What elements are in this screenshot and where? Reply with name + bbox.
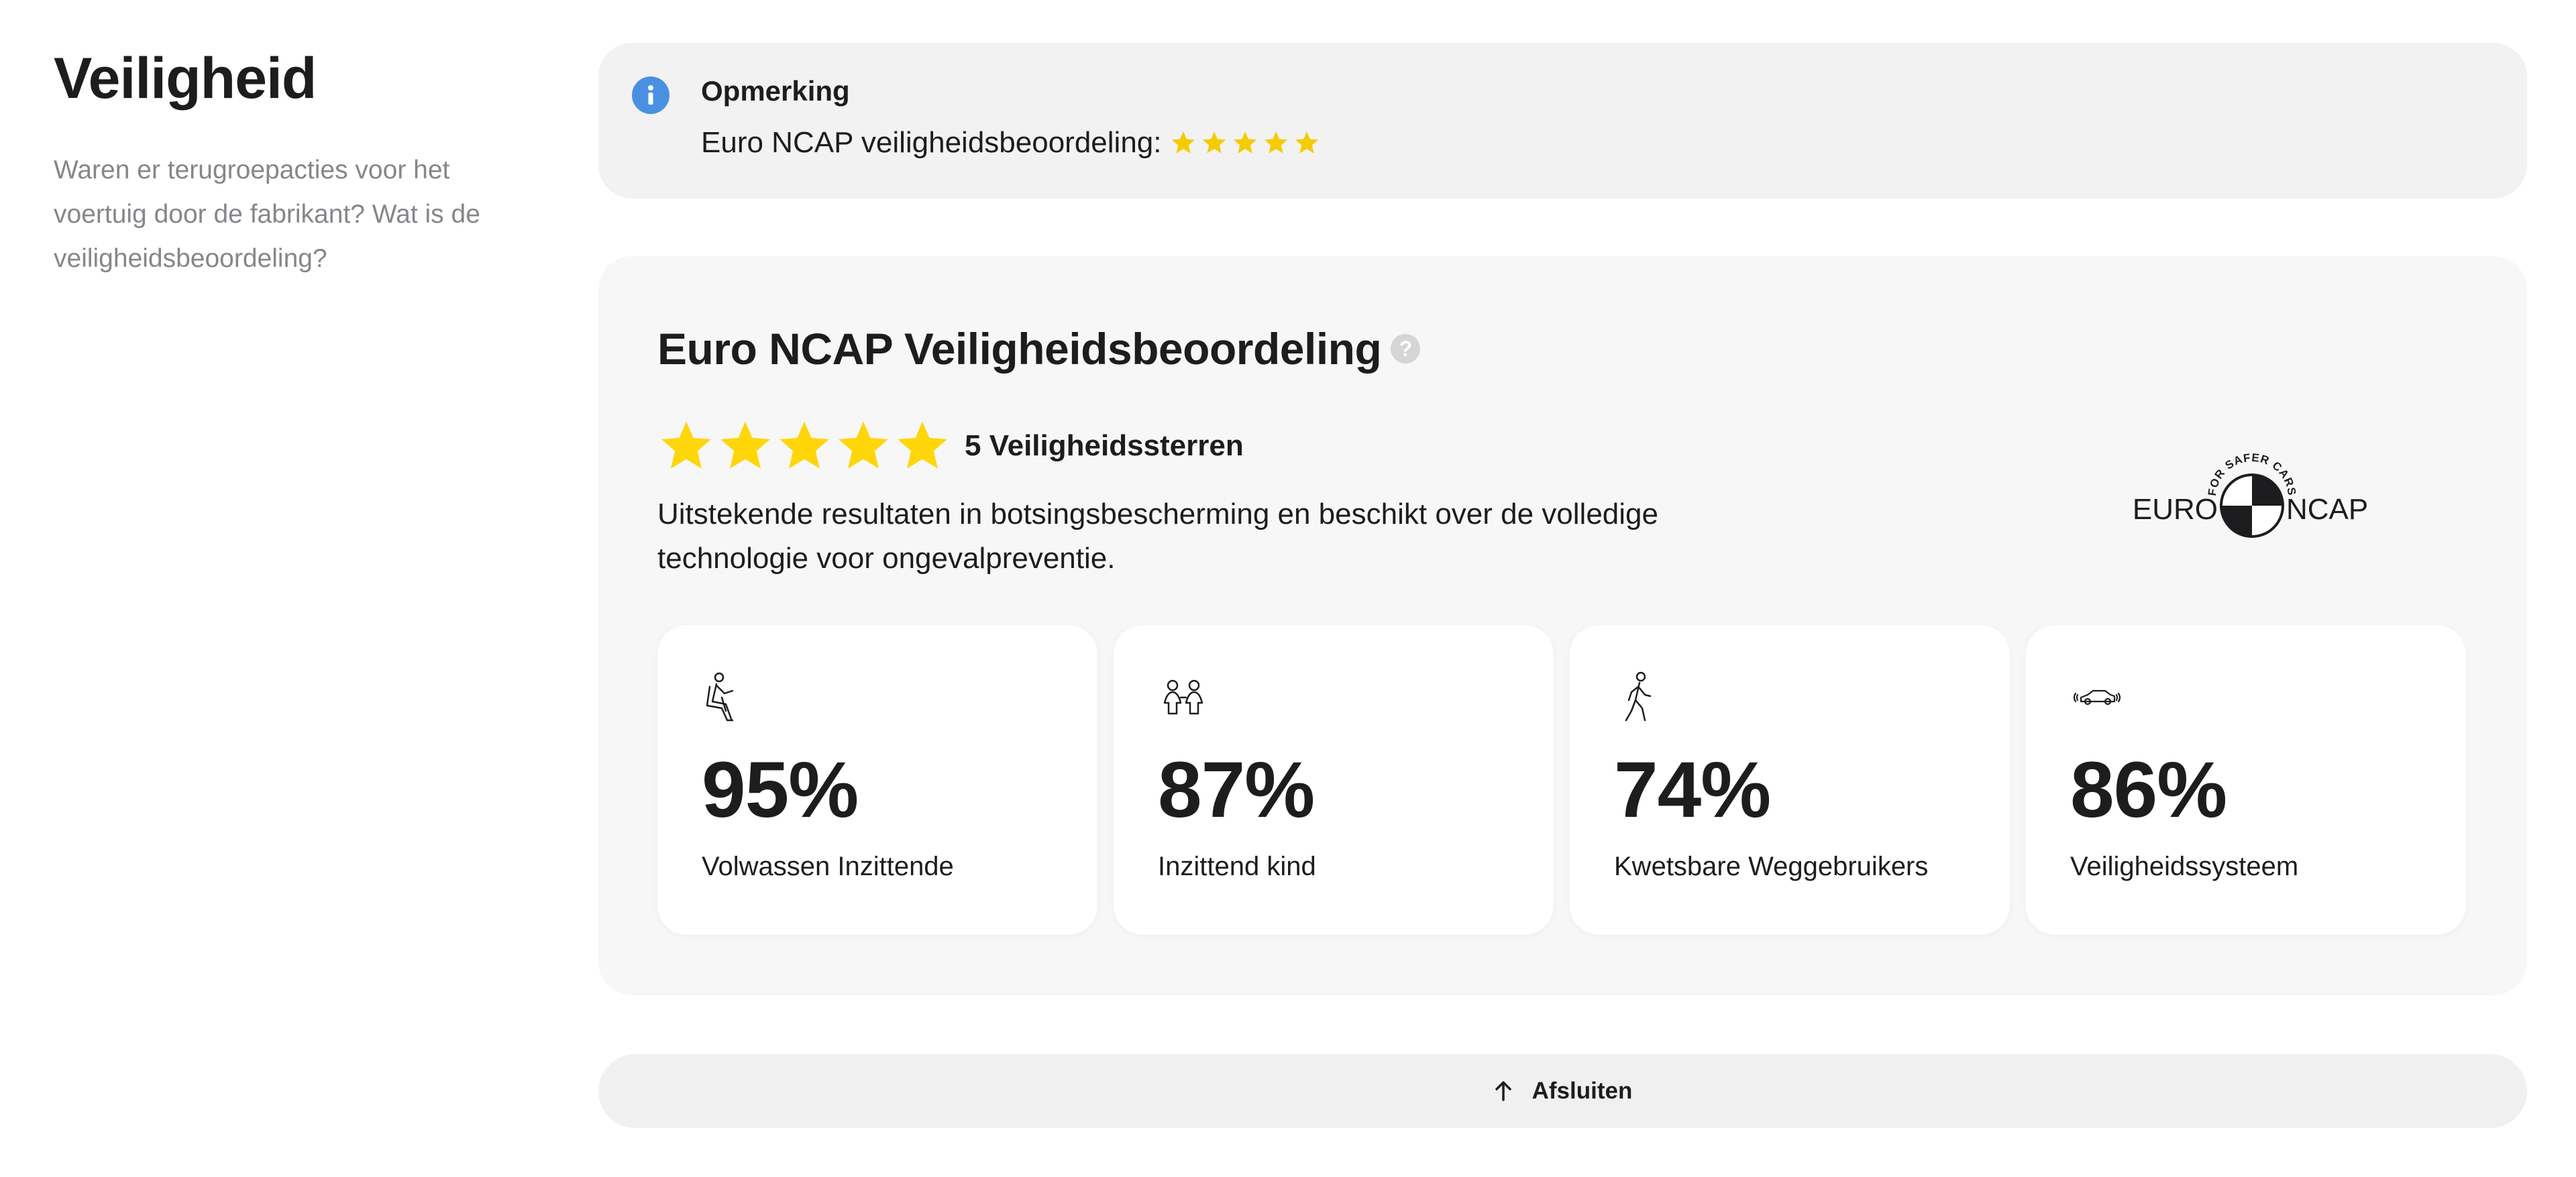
page-title: Veiligheid — [54, 46, 317, 111]
note-star-rating — [1170, 129, 1320, 156]
info-icon — [632, 76, 669, 114]
star-icon — [1233, 131, 1256, 154]
star-icon — [780, 421, 829, 469]
arrow-up-icon — [1495, 1081, 1511, 1101]
ncap-panel: Euro NCAP Veiligheidsbeoordeling ? 5 Vei… — [598, 256, 2527, 995]
euro-ncap-logo: FOR SAFER CARS EURO NCAP — [2133, 451, 2368, 538]
child-occupant-icon — [1163, 679, 1203, 715]
score-value: 86% — [2070, 746, 2227, 834]
star-icon — [720, 421, 770, 469]
score-label: Veiligheidssysteem — [2070, 852, 2299, 881]
star-icon — [661, 421, 711, 469]
star-icon — [1202, 131, 1226, 154]
star-rating-row: 5 Veiligheidssterren — [657, 417, 1244, 475]
ncap-title: Euro NCAP Veiligheidsbeoordeling — [657, 324, 1382, 374]
help-icon[interactable]: ? — [1391, 334, 1421, 363]
score-value: 95% — [702, 746, 859, 834]
star-rating — [657, 417, 951, 475]
section-description: Waren er terugroepacties voor het voertu… — [54, 155, 480, 273]
pedestrian-icon — [1625, 671, 1652, 722]
safety-assist-car-icon — [2073, 689, 2121, 706]
note-title: Opmerking — [701, 75, 850, 107]
star-icon — [1295, 131, 1318, 154]
close-button[interactable]: Afsluiten — [598, 1054, 2527, 1128]
close-label: Afsluiten — [1532, 1078, 1633, 1104]
logo-right-word: NCAP — [2286, 493, 2368, 526]
stars-label: 5 Veiligheidssterren — [965, 429, 1244, 462]
star-icon — [898, 421, 947, 469]
score-label: Kwetsbare Weggebruikers — [1614, 852, 1929, 881]
star-icon — [839, 421, 888, 469]
score-cards: 95% Volwassen Inzittende 87% Inzittend k… — [657, 625, 2466, 935]
note-text-row: Euro NCAP veiligheidsbeoordeling: — [701, 126, 1320, 160]
star-icon — [1264, 131, 1287, 154]
score-label: Inzittend kind — [1158, 852, 1316, 881]
logo-left-word: EURO — [2133, 493, 2218, 526]
star-icon — [1171, 131, 1195, 154]
score-card-child: 87% Inzittend kind — [1114, 625, 1554, 935]
note-box: Opmerking Euro NCAP veiligheidsbeoordeli… — [598, 43, 2527, 199]
score-label: Volwassen Inzittende — [702, 852, 954, 881]
score-card-adult: 95% Volwassen Inzittende — [657, 625, 1097, 935]
score-value: 74% — [1614, 746, 1771, 834]
section-intro: Veiligheid Waren er terugroepacties voor… — [54, 47, 523, 281]
note-text: Euro NCAP veiligheidsbeoordeling: — [701, 126, 1162, 159]
adult-occupant-icon — [706, 672, 734, 722]
score-card-safety-assist: 86% Veiligheidssysteem — [2026, 625, 2466, 935]
ncap-heading: Euro NCAP Veiligheidsbeoordeling ? — [657, 323, 1421, 374]
score-card-pedestrian: 74% Kwetsbare Weggebruikers — [1570, 625, 2010, 935]
score-value: 87% — [1158, 746, 1315, 834]
ncap-description: Uitstekende resultaten in botsingsbesche… — [657, 498, 1658, 575]
